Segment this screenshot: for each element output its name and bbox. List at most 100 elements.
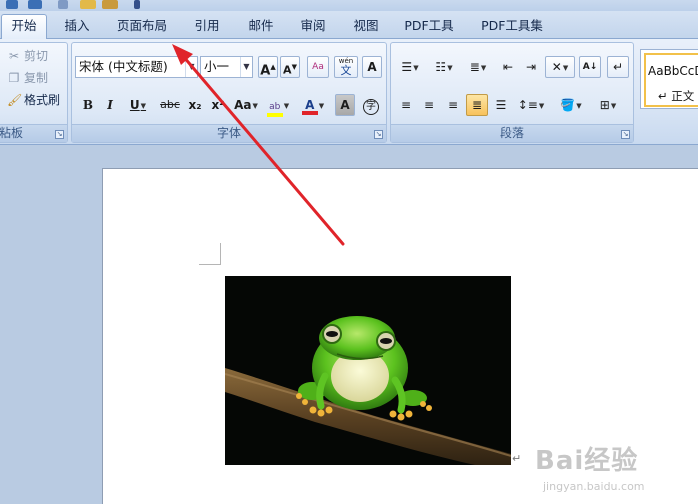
phonetic-guide-button[interactable]: wén 文 [334,56,358,78]
style-normal[interactable]: AaBbCcD ↵ 正文 [644,53,698,107]
chevron-down-icon[interactable]: ▼ [240,57,252,77]
enclose-char-icon: 字 [363,99,379,115]
strikethrough-button[interactable]: abc [157,94,183,116]
multilevel-list-icon: ≣ [469,60,480,74]
italic-label: I [107,98,113,112]
frog-image[interactable] [225,276,511,465]
redo-icon[interactable] [58,0,68,9]
font-group: 宋体 (中文标题) ▼ 小一 ▼ A▲ A▼ Aa wén 文 A B I U▼… [71,42,387,143]
tab-pdf-toolset[interactable]: PDF工具集 [470,15,554,39]
font-launcher-icon[interactable]: ↘ [374,130,383,139]
save-icon[interactable] [6,0,18,9]
undo-icon[interactable] [28,0,42,9]
highlight-button[interactable]: ab ▼ [262,94,294,117]
quick-access-toolbar [0,0,698,11]
paragraph-label-text: 段落 [499,126,524,140]
enclose-char-button[interactable]: 字 [361,94,381,116]
tab-references[interactable]: 引用 [184,15,230,39]
font-name-combo[interactable]: 宋体 (中文标题) ▼ [75,56,198,78]
clipboard-group: ✂ 剪切 ❐ 复制 🖌 格式刷 粘板 ↘ [0,42,68,143]
ribbon-tabs: 开始 插入 页面布局 引用 邮件 审阅 视图 PDF工具 PDF工具集 [0,11,698,40]
borders-icon: ⊞ [599,98,610,112]
watermark-url: jingyan.baidu.com [543,480,645,493]
chevron-down-icon[interactable]: ▼ [185,57,197,77]
decrease-indent-icon: ⇤ [502,60,514,74]
borders-button[interactable]: ⊞▼ [592,94,624,116]
subscript-label: x₂ [188,98,202,112]
clipboard-launcher-icon[interactable]: ↘ [55,130,64,139]
font-size-value: 小一 [204,59,230,74]
paragraph-launcher-icon[interactable]: ↘ [621,130,630,139]
tab-mailings[interactable]: 邮件 [238,15,284,39]
copy-button[interactable]: ❐ 复制 [7,69,48,87]
copy-label: 复制 [24,71,49,85]
paint-bucket-icon: 🪣 [560,98,576,112]
decrease-indent-button[interactable]: ⇤ [498,56,518,78]
bullets-button[interactable]: ☰▼ [395,56,425,78]
font-color-letter: A [305,98,315,112]
distributed-icon: ☰ [495,98,507,112]
line-spacing-button[interactable]: ↕≡▼ [515,94,547,116]
format-painter-button[interactable]: 🖌 格式刷 [7,91,60,109]
tab-home[interactable]: 开始 [1,14,47,40]
tab-pdf-tools[interactable]: PDF工具 [396,15,462,39]
copy-icon: ❐ [8,71,20,85]
tab-view[interactable]: 视图 [343,15,389,39]
grow-font-label: A [260,63,271,79]
baidu-watermark: Bai经验 jingyan.baidu.com [535,440,695,504]
subscript-button[interactable]: x₂ [185,94,205,116]
align-left-button[interactable]: ≡ [396,94,416,116]
bullet-list-icon: ☰ [401,60,413,74]
change-case-button[interactable]: Aa▼ [232,94,260,116]
align-right-icon: ≡ [447,98,459,112]
chinese-layout-icon: ✕ [551,60,562,74]
show-marks-button[interactable]: ↵ [607,56,629,78]
font-size-combo[interactable]: 小一 ▼ [200,56,253,78]
ribbon: ✂ 剪切 ❐ 复制 🖌 格式刷 粘板 ↘ 宋体 (中文标题) ▼ 小一 ▼ A▲ A▼… [0,39,698,145]
watermark-brand: Bai经验 [535,446,639,476]
italic-button[interactable]: I [101,94,119,116]
style-name: ↵ 正文 [658,89,695,103]
style-sample: AaBbCcD [648,64,698,78]
enclose-char-text: 字 [366,101,376,112]
tab-page-layout[interactable]: 页面布局 [108,15,176,39]
increase-indent-button[interactable]: ⇥ [521,56,541,78]
cut-button[interactable]: ✂ 剪切 [7,47,48,65]
shading-button[interactable]: 🪣▼ [554,94,588,116]
grow-font-button[interactable]: A▲ [258,56,278,78]
distributed-button[interactable]: ☰ [491,94,511,116]
numbering-button[interactable]: ☷▼ [429,56,459,78]
paste-icon[interactable] [102,0,118,9]
tab-insert[interactable]: 插入 [52,15,102,39]
tab-review[interactable]: 审阅 [290,15,336,39]
line-spacing-icon: ↕≡ [517,98,538,112]
underline-button[interactable]: U▼ [123,94,153,116]
align-right-button[interactable]: ≡ [443,94,463,116]
superscript-button[interactable]: x² [208,94,228,116]
highlighter-icon: ab [266,101,283,117]
bold-label: B [82,98,94,112]
paragraph-group: ☰▼ ☷▼ ≣▼ ⇤ ⇥ ✕▼ A↓ ↵ ≡ ≡ ≡ ≣ ☰ ↕≡▼ 🪣▼ ⊞▼… [390,42,634,143]
multilevel-list-button[interactable]: ≣▼ [463,56,493,78]
shrink-font-button[interactable]: A▼ [280,56,300,78]
bold-button[interactable]: B [79,94,97,116]
cut-label: 剪切 [24,49,49,63]
wen-char: 文 [340,64,352,77]
justify-icon: ≣ [471,98,483,112]
sort-button[interactable]: A↓ [579,56,601,78]
shrink-font-label: A [283,63,292,77]
clipboard-label-text: 粘板 [0,126,24,140]
align-center-button[interactable]: ≡ [419,94,439,116]
font-color-button[interactable]: A ▼ [298,94,328,116]
justify-button[interactable]: ≣ [466,94,488,116]
char-border-button[interactable]: A [362,56,382,78]
clear-format-icon[interactable]: Aa [307,56,329,78]
font-name-value: 宋体 (中文标题) [79,59,168,74]
strike-label: abc [160,98,180,111]
open-folder-icon[interactable] [80,0,96,9]
sort-icon: A↓ [582,62,598,72]
customize-qat-icon[interactable] [134,0,140,9]
char-shading-button[interactable]: A [335,94,355,116]
chinese-layout-button[interactable]: ✕▼ [545,56,575,78]
numbered-list-icon: ☷ [435,60,447,74]
